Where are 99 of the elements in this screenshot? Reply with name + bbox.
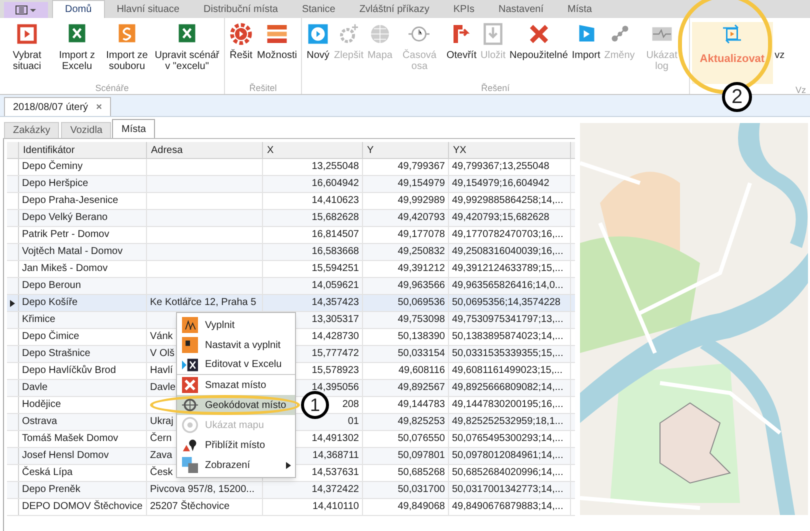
table-cell: Ukraj	[150, 416, 174, 427]
table-cell: 49,420793	[398, 212, 445, 223]
table-cell: 16,604942	[312, 178, 359, 189]
table-cell: DEPO DOMOV Štěchovice	[22, 501, 143, 512]
table-cell: 14,059621	[312, 280, 359, 291]
table-cell: 49,3912124633789;15,...	[452, 263, 564, 274]
table-cell: 25207 Štěchovice	[150, 501, 230, 512]
table-cell: Depo Beroun	[22, 280, 81, 291]
table-cell: 49,1770782470703;16,...	[452, 229, 564, 240]
table-cell: 49,6081161499023;15,...	[452, 365, 562, 376]
table-cell: 15,594251	[312, 263, 359, 274]
table-cell: 15,578923	[312, 365, 359, 376]
table-cell: 49,9929885864258;14,...	[452, 195, 564, 206]
table-cell: 49,154979;16,604942	[452, 178, 550, 189]
table-cell: Česká Lípa	[22, 467, 73, 478]
table-cell: 14,428730	[312, 331, 359, 342]
table-cell: 49,825252532959;18,1...	[452, 416, 564, 427]
table-cell: Česk	[150, 467, 173, 478]
table-cell: 49,608116	[398, 365, 445, 376]
table-cell: 49,391212	[398, 263, 445, 274]
table-cell: 14,491302	[312, 433, 359, 444]
table-cell: Davle	[22, 382, 48, 393]
table-cell: 208	[342, 399, 359, 410]
table-cell: Depo Preněk	[22, 484, 80, 495]
table-cell: 49,753098	[398, 314, 445, 325]
table-cell: 49,177078	[398, 229, 445, 240]
table-cell: Depo Košíře	[22, 297, 78, 308]
table-cell: 49,799367	[398, 161, 445, 172]
table-cell: Depo Velký Berano	[22, 212, 108, 223]
table-cell: 14,537631	[312, 467, 359, 478]
table-cell: 01	[348, 416, 359, 427]
table-cell: Ostrava	[22, 416, 58, 427]
table-cell: 50,0317001342773;14,...	[452, 484, 564, 495]
table-cell: 49,8490676879883;14,...	[452, 501, 564, 512]
table-cell: 49,2508316040039;16,...	[452, 246, 564, 257]
table-cell: Depo Havlíčkův Brod	[22, 365, 116, 376]
table-cell: 49,7530975341797;13,...	[452, 314, 564, 325]
table-cell: 50,0695356;14,3574228	[452, 297, 560, 308]
table-cell: 14,395056	[312, 382, 359, 393]
table-cell: 50,1383895874023;14,...	[452, 331, 564, 342]
table-cell: Vánk	[150, 331, 173, 342]
group-label: Řešitel	[248, 82, 278, 94]
table-cell: 50,076550	[398, 433, 445, 444]
table-cell: 49,825253	[398, 416, 445, 427]
table-cell: 50,6852684020996;14,...	[452, 467, 564, 478]
table-cell: Depo Strašnice	[22, 348, 90, 359]
table-cell: Jan Mikeš - Domov	[22, 263, 108, 274]
table-cell: 49,154979	[398, 178, 445, 189]
table-cell: Tomáš Mašek Domov	[22, 433, 118, 444]
table-cell: 49,963565826416;14,0...	[452, 280, 564, 291]
table-cell: 14,368711	[312, 450, 359, 461]
table-cell: 16,814507	[312, 229, 359, 240]
group-label: Scénáře	[94, 82, 130, 94]
table-cell: Zava	[150, 450, 172, 461]
table-cell: 49,799367;13,255048	[452, 161, 550, 172]
table-cell: 50,069536	[398, 297, 445, 308]
table-cell: Křimice	[22, 314, 56, 325]
table-cell: Depo Heršpice	[22, 178, 88, 189]
table-cell: 15,777472	[312, 348, 359, 359]
table-cell: Depo Praha-Jesenice	[22, 195, 118, 206]
table-cell: 50,685268	[398, 467, 445, 478]
table-cell: 49,144783	[398, 399, 445, 410]
table-cell: 14,410110	[312, 501, 359, 512]
table-cell: 50,097801	[398, 450, 445, 461]
table-cell: 50,0331535339355;15,...	[452, 348, 564, 359]
table-cell: Davle	[150, 382, 176, 393]
table-cell: 49,849068	[398, 501, 445, 512]
table-cell: 49,963566	[398, 280, 445, 291]
table-cell: Vojtěch Matal - Domov	[22, 246, 123, 257]
table-cell: 50,033154	[398, 348, 445, 359]
group-label: Řešení	[480, 82, 511, 94]
table-cell: 49,1447830200195;16,...	[452, 399, 564, 410]
table-cell: 49,892567	[398, 382, 445, 393]
table-cell: Hodějice	[22, 399, 61, 410]
table-cell: 15,682628	[312, 212, 359, 223]
table-cell: 49,420793;15,682628	[452, 212, 550, 223]
table-cell: 49,250832	[398, 246, 445, 257]
table-cell: 14,357423	[312, 297, 359, 308]
table-cell: 16,583668	[312, 246, 359, 257]
table-cell: 14,410623	[312, 195, 359, 206]
table-cell: Pivcova 957/8, 15200...	[150, 484, 255, 495]
table-cell: Depo Čimice	[22, 331, 80, 342]
table-cell: 50,031700	[398, 484, 445, 495]
table-cell: Depo Čeminy	[22, 161, 83, 172]
document-tab-label: 2018/08/07 úterý	[13, 100, 88, 114]
table-cell: Josef Hensl Domov	[22, 450, 109, 461]
table-cell: 50,0765495300293;14,...	[452, 433, 564, 444]
table-cell: Čern	[150, 433, 172, 444]
table-cell: 13,305317	[312, 314, 359, 325]
table-cell: 50,138390	[398, 331, 445, 342]
table-cell: Ke Kotlářce 12, Praha 5	[150, 297, 256, 308]
table-cell: 50,0978012084961;14,...	[452, 450, 564, 461]
table-cell: V Olš	[150, 348, 174, 359]
table-cell: 14,372422	[312, 484, 359, 495]
table-cell: 13,255048	[312, 161, 359, 172]
table-cell: 49,992989	[398, 195, 445, 206]
table-cell: Patrik Petr - Domov	[22, 229, 110, 240]
table-cell: Havlí	[150, 365, 173, 376]
table-cell: 49,8925666809082;14,...	[452, 382, 564, 393]
